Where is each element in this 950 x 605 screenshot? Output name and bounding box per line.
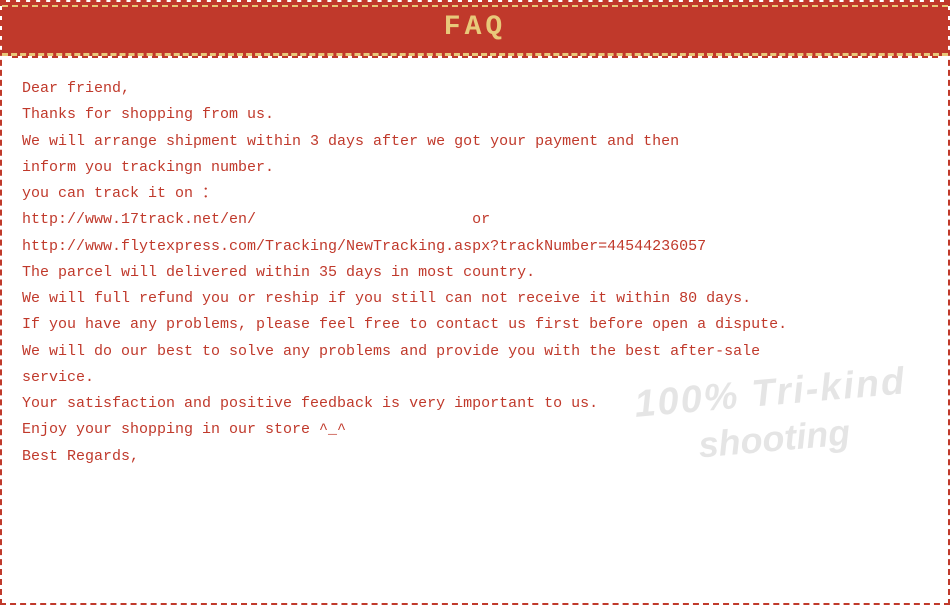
line-1: Dear friend, xyxy=(22,76,928,102)
line-15: Best Regards, xyxy=(22,444,928,470)
line-6: http://www.17track.net/en/ or xyxy=(22,207,928,233)
content-area: Dear friend, Thanks for shopping from us… xyxy=(2,58,948,480)
line-8: The parcel will delivered within 35 days… xyxy=(22,260,928,286)
line-7: http://www.flytexpress.com/Tracking/NewT… xyxy=(22,234,928,260)
line-11: We will do our best to solve any problem… xyxy=(22,339,928,365)
faq-title: FAQ xyxy=(444,12,506,43)
line-2: Thanks for shopping from us. xyxy=(22,102,928,128)
line-14: Enjoy your shopping in our store ^_^ xyxy=(22,417,928,443)
line-5: you can track it on ： xyxy=(22,181,928,207)
main-container: FAQ Dear friend, Thanks for shopping fro… xyxy=(0,0,950,605)
line-9: We will full refund you or reship if you… xyxy=(22,286,928,312)
line-4: inform you trackingn number. xyxy=(22,155,928,181)
line-13: Your satisfaction and positive feedback … xyxy=(22,391,928,417)
line-12: service. xyxy=(22,365,928,391)
line-3: We will arrange shipment within 3 days a… xyxy=(22,129,928,155)
line-10: If you have any problems, please feel fr… xyxy=(22,312,928,338)
faq-header: FAQ xyxy=(2,2,948,56)
